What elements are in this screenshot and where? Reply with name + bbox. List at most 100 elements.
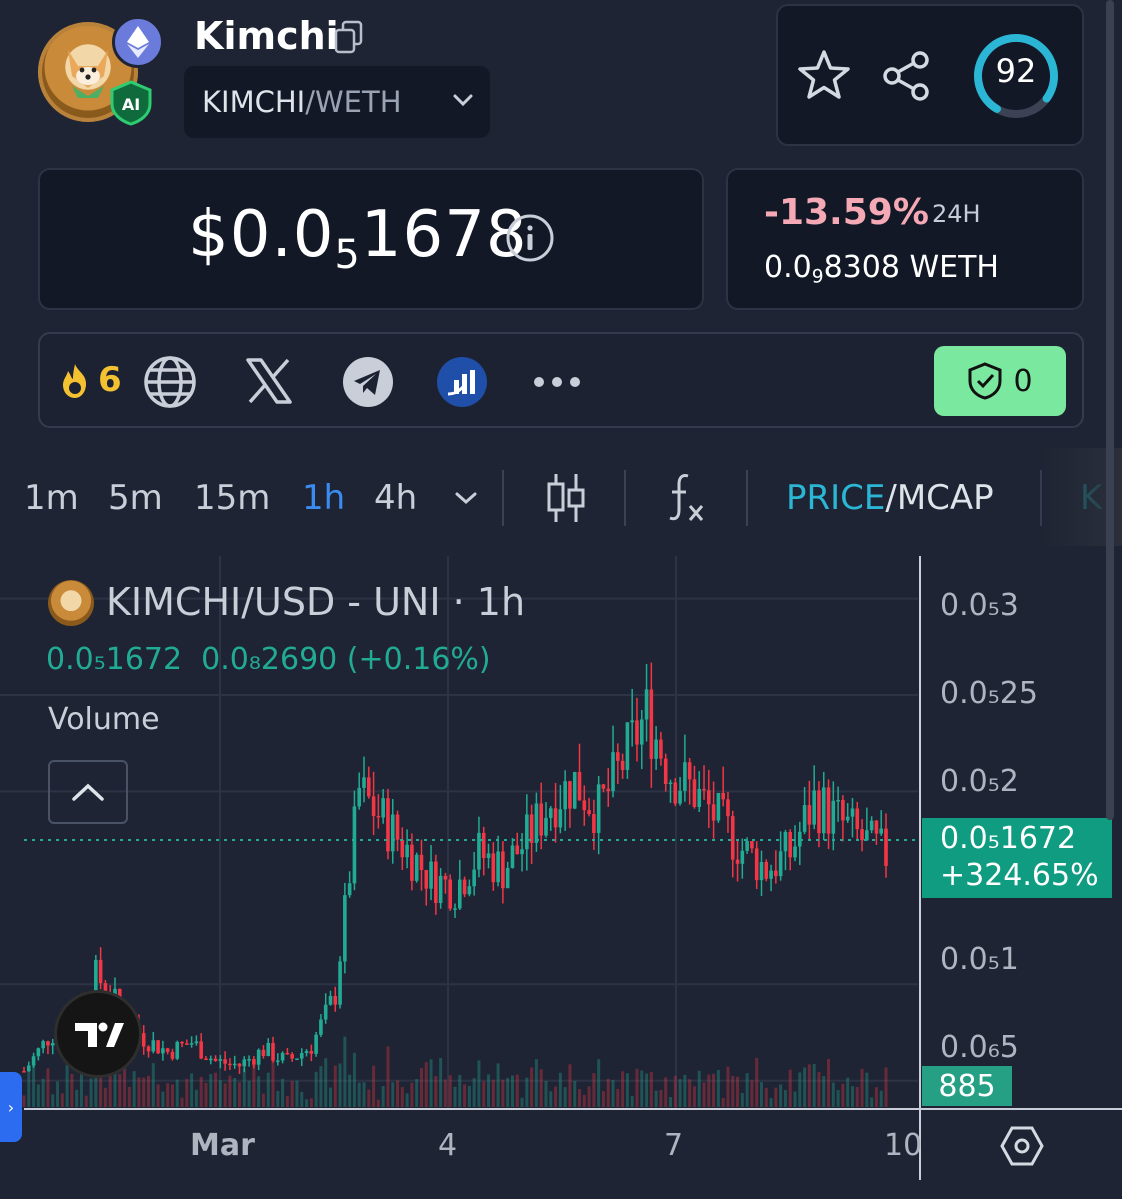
candle-body <box>376 815 381 818</box>
volume-bar <box>448 1075 452 1107</box>
collapse-legend-button[interactable] <box>48 760 128 824</box>
candle-body <box>31 1056 36 1066</box>
volume-bar <box>870 1097 874 1107</box>
volume-bar <box>56 1081 60 1107</box>
indicators-fx-icon[interactable] <box>664 470 708 524</box>
volume-bar <box>89 1078 93 1107</box>
volume-bar <box>491 1079 495 1107</box>
candle-body <box>453 908 457 910</box>
toolbar-divider <box>502 470 504 526</box>
volume-bar <box>127 1086 131 1107</box>
volume-bar <box>463 1084 467 1107</box>
timeframe-1m[interactable]: 1m <box>24 478 79 518</box>
volume-bar <box>640 1070 644 1107</box>
audit-button[interactable]: 0 <box>934 346 1066 416</box>
volume-bar <box>118 1074 122 1107</box>
candle-body <box>534 803 539 843</box>
candle-body <box>276 1060 280 1063</box>
volume-bar <box>257 1076 261 1107</box>
candle-body <box>405 844 409 858</box>
volume-bar <box>209 1074 213 1107</box>
volume-bar <box>458 1074 462 1107</box>
candle-body <box>850 808 855 817</box>
candle-body <box>697 788 702 807</box>
weth-zero-count: 9 <box>811 266 824 288</box>
volume-bar <box>166 1083 170 1107</box>
volume-bar <box>803 1067 807 1107</box>
volume-bar <box>386 1046 390 1107</box>
candlestick-icon[interactable] <box>544 472 588 524</box>
volume-bar <box>41 1078 45 1107</box>
volume-bar <box>755 1057 759 1107</box>
x-twitter-icon[interactable] <box>244 356 294 406</box>
settings-icon[interactable] <box>1000 1124 1044 1168</box>
coinmarketcap-icon[interactable] <box>436 356 488 408</box>
candle-body <box>261 1049 266 1056</box>
timeframe-4h[interactable]: 4h <box>374 478 417 518</box>
candle-body <box>616 752 620 761</box>
change-panel <box>726 168 1084 310</box>
candle-body <box>50 1043 55 1046</box>
globe-icon[interactable] <box>142 354 198 410</box>
share-icon[interactable] <box>880 50 932 102</box>
volume-bar <box>554 1086 558 1107</box>
volume-bar <box>396 1080 400 1107</box>
price-prefix: $0.0 <box>188 198 335 272</box>
chevron-down-icon[interactable] <box>454 490 478 506</box>
volume-bar <box>879 1090 883 1107</box>
candle-body <box>558 809 563 828</box>
candle-body <box>22 1071 26 1073</box>
candle-body <box>319 1019 323 1035</box>
candle-body <box>596 784 601 833</box>
volume-bar <box>333 1065 337 1107</box>
volume-bar <box>645 1073 649 1107</box>
volume-bar <box>841 1083 845 1107</box>
volume-bar <box>525 1077 529 1107</box>
candle-body <box>151 1040 156 1052</box>
price-mcap-toggle[interactable]: PRICE/MCAP <box>786 478 994 518</box>
volume-bar <box>779 1084 783 1107</box>
timeframe-15m[interactable]: 15m <box>194 478 270 518</box>
volume-bar <box>180 1097 184 1107</box>
candle-body <box>328 995 333 1005</box>
flame-icon[interactable] <box>56 362 94 400</box>
drawing-toolbar-toggle[interactable]: › <box>0 1072 22 1142</box>
info-icon[interactable] <box>504 212 556 264</box>
volume-bar <box>214 1072 218 1107</box>
chevron-up-icon <box>72 783 104 801</box>
timeframe-1h[interactable]: 1h <box>302 478 345 518</box>
star-icon[interactable] <box>796 48 852 104</box>
candle-body <box>721 793 725 800</box>
candle-body <box>395 814 400 840</box>
candle-body <box>529 814 534 843</box>
volume-bar <box>415 1079 419 1107</box>
candle-body <box>812 790 816 825</box>
ai-shield-icon: AI <box>110 80 152 126</box>
candle-body <box>180 1041 184 1044</box>
y-axis-label: 0.0₆5 <box>940 1030 1019 1065</box>
pair-selector[interactable]: KIMCHI / WETH <box>184 66 490 138</box>
volume-bar <box>783 1090 787 1107</box>
page-scrollbar[interactable] <box>1106 0 1114 820</box>
candle-body <box>434 861 438 903</box>
candle-body <box>620 760 625 770</box>
more-icon[interactable] <box>532 372 582 392</box>
volume-bar <box>635 1068 639 1107</box>
candle-body <box>280 1052 285 1061</box>
volume-bar <box>630 1095 634 1107</box>
volume-bar <box>558 1072 562 1107</box>
volume-bar <box>740 1092 744 1107</box>
candle-body <box>730 816 735 860</box>
score-value: 92 <box>995 52 1037 90</box>
tradingview-logo-icon[interactable] <box>54 990 142 1078</box>
volume-bar <box>324 1058 328 1107</box>
volume-bar <box>855 1086 859 1107</box>
candle-body <box>625 722 630 770</box>
candle-body <box>438 875 443 903</box>
copy-icon[interactable] <box>334 20 364 54</box>
timeframe-5m[interactable]: 5m <box>108 478 163 518</box>
volume-bar <box>137 1077 141 1107</box>
chevron-down-icon[interactable] <box>452 92 474 108</box>
telegram-icon[interactable] <box>342 356 394 408</box>
volume-bar <box>707 1074 711 1107</box>
